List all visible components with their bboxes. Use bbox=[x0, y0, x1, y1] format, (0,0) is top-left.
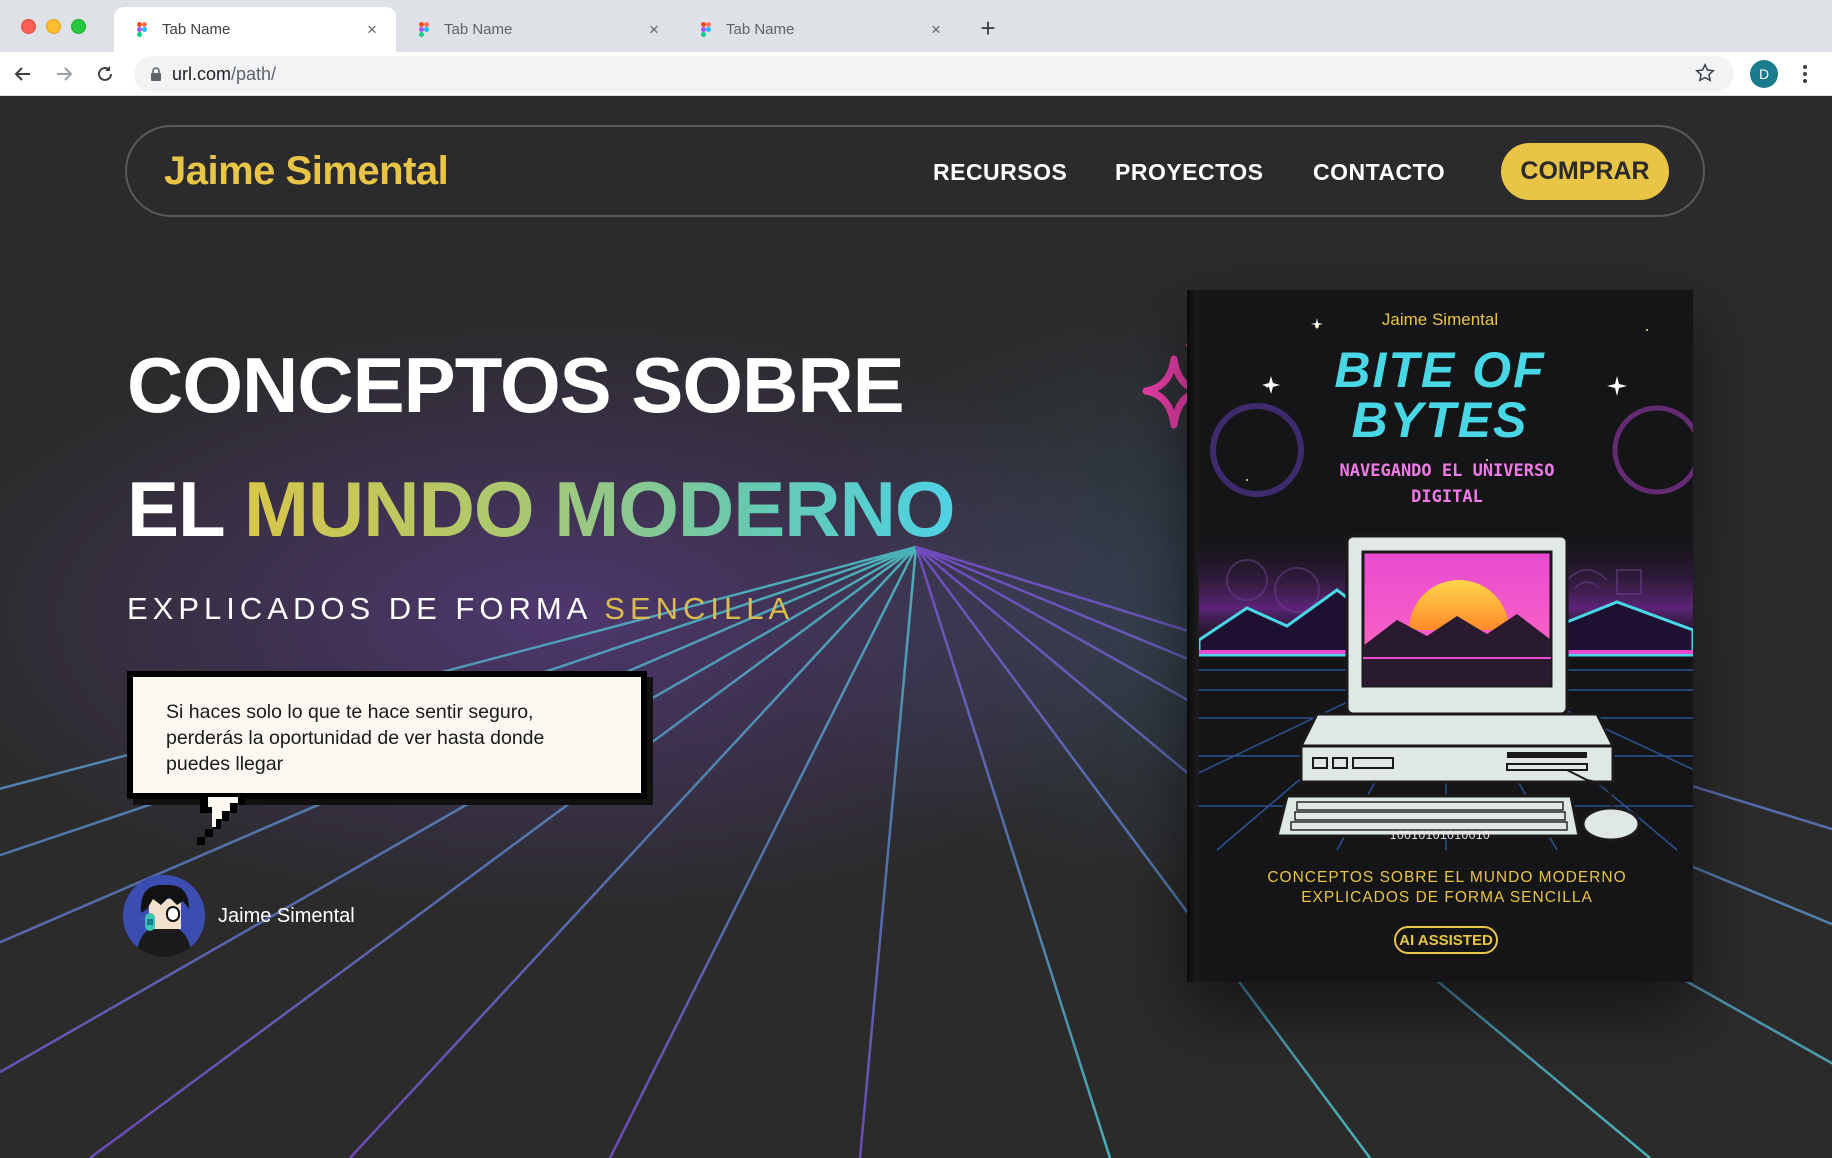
address-bar: url.com/path/ D bbox=[0, 52, 1832, 96]
top-navbar: Jaime Simental RECURSOS PROYECTOS CONTAC… bbox=[125, 125, 1705, 217]
tab-close-icon[interactable]: × bbox=[926, 20, 946, 40]
brand-logo[interactable]: Jaime Simental bbox=[164, 149, 449, 194]
figma-favicon bbox=[419, 21, 429, 37]
tab-close-icon[interactable]: × bbox=[644, 20, 664, 40]
nav-link-recursos[interactable]: RECURSOS bbox=[933, 159, 1067, 186]
book-author: Jaime Simental bbox=[1381, 310, 1499, 329]
tab-title: Tab Name bbox=[162, 21, 231, 38]
bookmark-star-icon[interactable] bbox=[1694, 62, 1716, 84]
new-tab-button[interactable]: + bbox=[975, 13, 1001, 44]
browser-tab[interactable]: Tab Name × bbox=[678, 7, 960, 52]
url-field[interactable]: url.com/path/ bbox=[134, 56, 1734, 92]
landing-page: Jaime Simental RECURSOS PROYECTOS CONTAC… bbox=[0, 97, 1832, 1158]
book-cover[interactable]: Jaime Simental BITE OF BYTES NAVEGANDO EL… bbox=[1187, 290, 1693, 982]
book-binary-text: 10010101010010 bbox=[1389, 828, 1491, 842]
author-name: Jaime Simental bbox=[218, 905, 355, 927]
quote-text: Si haces solo lo que te hace sentir segu… bbox=[166, 701, 545, 775]
reload-icon[interactable] bbox=[92, 61, 118, 87]
browser-tab[interactable]: Tab Name × bbox=[396, 7, 678, 52]
profile-avatar[interactable]: D bbox=[1750, 60, 1778, 88]
tab-close-icon[interactable]: × bbox=[362, 20, 382, 40]
book-tagline: CONCEPTOS SOBRE EL MUNDO MODERNO EXPLICAD… bbox=[1267, 869, 1627, 906]
book-title: BITE OF BYTES bbox=[1334, 342, 1546, 448]
tab-title: Tab Name bbox=[726, 21, 795, 38]
quote-bubble: Si haces solo lo que te hace sentir segu… bbox=[133, 677, 641, 793]
tab-title: Tab Name bbox=[444, 21, 513, 38]
hero-heading-line2: EL MUNDO MODERNO bbox=[127, 465, 956, 553]
kebab-menu-icon[interactable] bbox=[1797, 60, 1813, 88]
buy-button[interactable]: COMPRAR bbox=[1501, 143, 1669, 200]
window-minimize-button[interactable] bbox=[46, 19, 61, 34]
lock-icon bbox=[151, 67, 161, 81]
ai-assisted-badge: AI ASSISTED bbox=[1394, 926, 1498, 954]
figma-favicon bbox=[701, 21, 711, 37]
figma-favicon bbox=[137, 21, 147, 37]
speech-bubble-tail bbox=[197, 797, 245, 845]
author-avatar bbox=[123, 875, 205, 957]
window-close-button[interactable] bbox=[21, 19, 36, 34]
forward-arrow-icon[interactable] bbox=[51, 61, 77, 87]
hero-subtitle-highlight: SENCILLA bbox=[604, 591, 795, 626]
back-arrow-icon[interactable] bbox=[10, 61, 36, 87]
url-text: url.com/path/ bbox=[172, 63, 277, 84]
book-subtitle: NAVEGANDO EL UNIVERSO DIGITAL bbox=[1339, 461, 1555, 507]
nav-link-contacto[interactable]: CONTACTO bbox=[1313, 159, 1445, 186]
hero-subtitle: EXPLICADOS DE FORMA SENCILLA bbox=[127, 591, 795, 626]
nav-link-proyectos[interactable]: PROYECTOS bbox=[1115, 159, 1264, 186]
window-zoom-button[interactable] bbox=[71, 19, 86, 34]
hero-gradient-text: MUNDO MODERNO bbox=[243, 465, 956, 553]
browser-tab-bar: Tab Name × Tab Name × Tab Name × + bbox=[0, 0, 1832, 52]
hero-heading-line1: CONCEPTOS SOBRE bbox=[127, 341, 905, 429]
browser-tab[interactable]: Tab Name × bbox=[114, 7, 396, 52]
